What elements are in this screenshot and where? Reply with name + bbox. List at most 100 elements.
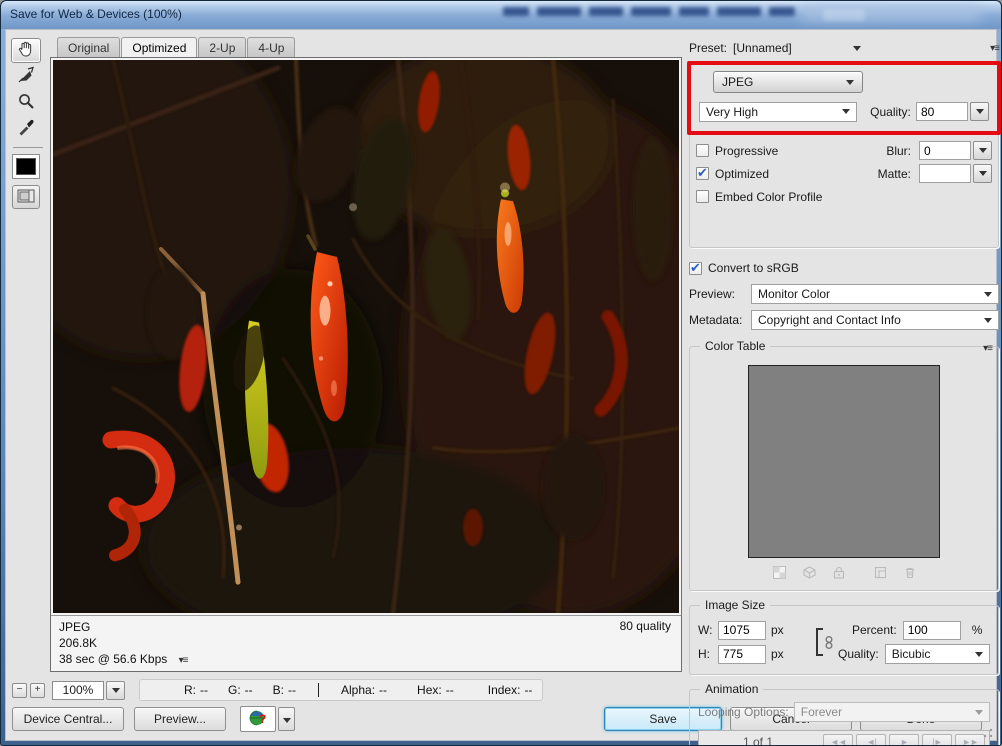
hand-tool-button[interactable] [11, 38, 41, 63]
zoom-level-value: 100% [52, 681, 104, 700]
checkbox-icon [696, 167, 709, 180]
r-label: R: [184, 683, 196, 697]
color-table-title: Color Table [700, 339, 770, 353]
g-label: G: [228, 683, 241, 697]
next-frame-button[interactable]: |► [922, 734, 952, 746]
alpha-value: -- [379, 683, 387, 697]
r-value: -- [200, 683, 208, 697]
current-color-black [16, 158, 36, 175]
metadata-label: Metadata: [689, 313, 751, 327]
zoom-out-button[interactable]: − [12, 683, 27, 698]
matte-input[interactable] [919, 164, 971, 183]
constrain-proportions-link[interactable] [816, 618, 838, 666]
zoom-level-select[interactable]: 100% [52, 681, 125, 700]
percent-unit: % [972, 623, 983, 637]
preview-button[interactable]: Preview... [134, 707, 226, 731]
looping-options-label: Looping Options: [698, 705, 789, 719]
blur-spinner [919, 141, 992, 160]
metadata-select[interactable]: Copyright and Contact Info [751, 310, 999, 330]
chevron-down-icon [984, 318, 992, 323]
redacted-marks [503, 7, 529, 16]
tool-palette [11, 37, 45, 209]
chevron-down-icon [976, 109, 984, 114]
blur-input[interactable] [919, 141, 971, 160]
blur-dropdown-button[interactable] [973, 141, 992, 160]
preset-panel-menu-icon[interactable]: ▾≡ [990, 43, 999, 54]
preview-mode-label: Preview: [689, 287, 751, 301]
settings-panel: Preset: [Unnamed] ▾≡ JPEG Very High [689, 38, 999, 746]
delete-color-trash-icon[interactable] [904, 566, 916, 582]
last-frame-button[interactable]: ►► [955, 734, 985, 746]
chevron-down-icon [975, 652, 983, 657]
preview-mode-select[interactable]: Monitor Color [751, 284, 999, 304]
optimize-status-bar: JPEG 206.8K 38 sec @ 56.6 Kbps ▾≡ 80 qua… [51, 615, 681, 671]
chili-peppers-photo[interactable] [51, 58, 681, 615]
quality-input[interactable] [916, 102, 968, 121]
convert-srgb-checkbox[interactable]: Convert to sRGB [689, 261, 799, 275]
eyedropper-tool-button[interactable] [11, 116, 41, 141]
quality-dropdown-button[interactable] [970, 102, 989, 121]
title-bar[interactable]: Save for Web & Devices (100%) [1, 1, 1001, 29]
chevron-down-icon [975, 710, 983, 715]
percent-input[interactable] [903, 621, 961, 640]
first-frame-button[interactable]: ◄◄ [823, 734, 853, 746]
redacted-marks [589, 7, 623, 16]
zoom-info-row: − + 100% R:-- G:-- B:-- Alpha:-- Hex:-- … [12, 677, 543, 703]
play-button[interactable]: ► [889, 734, 919, 746]
tab-4up[interactable]: 4-Up [247, 37, 295, 57]
image-size-group: Image Size W: px H: px [689, 605, 999, 675]
color-settings-rows: Convert to sRGB Preview: Monitor Color M… [689, 258, 999, 330]
animation-group: Animation Looping Options: Forever 1 of … [689, 689, 999, 746]
eyedropper-color-swatch[interactable] [12, 154, 40, 179]
slice-select-icon [17, 66, 35, 87]
zoom-dropdown-button[interactable] [106, 681, 125, 700]
status-format: JPEG [59, 619, 673, 635]
chevron-down-icon [984, 292, 992, 297]
previous-frame-button[interactable]: ◄| [856, 734, 886, 746]
height-input[interactable] [718, 645, 766, 664]
svg-text:?: ? [259, 712, 266, 726]
status-panel-menu-icon[interactable]: ▾≡ [179, 653, 188, 669]
tab-original[interactable]: Original [57, 37, 120, 57]
resize-grip[interactable] [982, 727, 994, 739]
redacted-marks [823, 9, 865, 21]
save-for-web-dialog: Save for Web & Devices (100%) [0, 0, 1002, 746]
compression-quality-select[interactable]: Very High [699, 102, 857, 122]
web-shift-cube-icon[interactable] [803, 566, 816, 582]
preview-mode-value: Monitor Color [758, 287, 984, 301]
preview-browser-dropdown-button[interactable] [278, 707, 295, 731]
matte-dropdown-button[interactable] [973, 164, 992, 183]
preview-in-browser-button[interactable]: ? [240, 706, 276, 732]
chevron-down-icon [979, 171, 987, 176]
new-color-icon[interactable] [874, 566, 887, 582]
optimized-checkbox[interactable]: Optimized [696, 167, 769, 181]
width-input[interactable] [718, 621, 766, 640]
slice-select-tool-button[interactable] [11, 64, 41, 89]
percent-label: Percent: [852, 623, 897, 637]
chevron-down-icon [842, 109, 850, 114]
annotation-highlight-box: JPEG Very High Quality: [687, 61, 1001, 135]
tab-optimized[interactable]: Optimized [121, 37, 197, 57]
tab-2up[interactable]: 2-Up [198, 37, 246, 57]
color-table-panel-menu-icon[interactable]: ▾≡ [983, 343, 992, 354]
resample-quality-select[interactable]: Bicubic [885, 644, 990, 664]
embed-color-profile-checkbox[interactable]: Embed Color Profile [696, 190, 822, 204]
device-central-button[interactable]: Device Central... [12, 707, 124, 731]
toggle-slices-visibility-button[interactable] [12, 185, 40, 209]
lock-color-icon[interactable] [833, 566, 845, 582]
toolbar-divider [13, 147, 43, 148]
format-value: JPEG [722, 75, 846, 89]
progressive-checkbox[interactable]: Progressive [696, 144, 778, 158]
compression-value: Very High [706, 105, 842, 119]
zoom-tool-button[interactable] [11, 90, 41, 115]
format-select[interactable]: JPEG [713, 71, 863, 93]
metadata-value: Copyright and Contact Info [758, 313, 984, 327]
redacted-marks [537, 7, 581, 16]
resample-quality-value: Bicubic [892, 647, 975, 661]
preset-select[interactable]: [Unnamed] [733, 41, 861, 55]
status-quality: 80 quality [620, 619, 671, 633]
matte-spinner [919, 164, 992, 183]
index-value: -- [524, 683, 532, 697]
zoom-in-button[interactable]: + [30, 683, 45, 698]
transparency-map-icon[interactable] [773, 566, 786, 582]
